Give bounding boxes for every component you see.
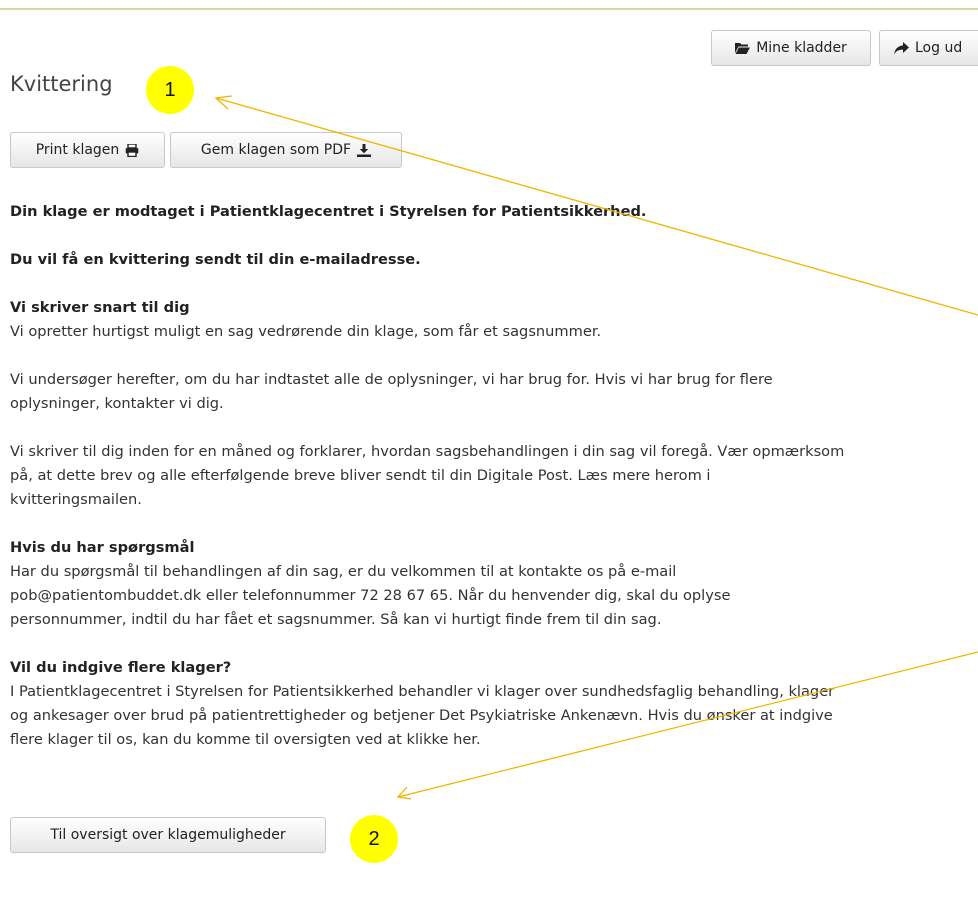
- annotation-badge-1: 1: [146, 66, 194, 114]
- paragraph-line: oplysninger, kontakter vi dig.: [10, 395, 224, 412]
- paragraph-line: pob@patientombuddet.dk eller telefonnumm…: [10, 587, 731, 604]
- received-message: Din klage er modtaget i Patientklagecent…: [10, 203, 647, 220]
- paragraph-line: Vi opretter hurtigst muligt en sag vedrø…: [10, 323, 602, 340]
- paragraph-line: flere klager til os, kan du komme til ov…: [10, 731, 481, 748]
- section-heading-write-soon: Vi skriver snart til dig: [10, 299, 190, 316]
- paragraph-line: Vi undersøger herefter, om du har indtas…: [10, 371, 773, 388]
- top-divider: [0, 8, 978, 10]
- annotation-badge-2: 2: [350, 815, 398, 863]
- save-pdf-label: Gem klagen som PDF: [200, 142, 352, 158]
- complaint-options-label: Til oversigt over klagemuligheder: [50, 827, 286, 843]
- save-pdf-button[interactable]: Gem klagen som PDF: [170, 132, 402, 168]
- paragraph-line: kvitteringsmailen.: [10, 491, 142, 508]
- mine-kladder-button[interactable]: Mine kladder: [711, 30, 871, 66]
- paragraph-line: på, at dette brev og alle efterfølgende …: [10, 467, 711, 484]
- log-ud-button[interactable]: Log ud: [879, 30, 978, 66]
- print-label: Print klagen: [35, 142, 120, 158]
- complaint-options-button[interactable]: Til oversigt over klagemuligheder: [10, 817, 326, 853]
- log-ud-label: Log ud: [915, 40, 963, 56]
- folder-open-icon: [735, 43, 751, 54]
- share-arrow-icon: [894, 41, 909, 54]
- paragraph-line: og ankesager over brud på patientrettigh…: [10, 707, 833, 724]
- page-title: Kvittering: [10, 72, 113, 96]
- download-icon: [357, 143, 372, 157]
- paragraph-line: Vi skriver til dig inden for en måned og…: [10, 443, 845, 460]
- receipt-message: Du vil få en kvittering sendt til din e-…: [10, 251, 421, 268]
- paragraph-line: I Patientklagecentret i Styrelsen for Pa…: [10, 683, 835, 700]
- paragraph-line: personnummer, indtil du har fået et sags…: [10, 611, 662, 628]
- annotation-arrowhead-1: [214, 95, 233, 110]
- annotation-arrowhead-2: [396, 786, 412, 800]
- section-heading-more-complaints: Vil du indgive flere klager?: [10, 659, 232, 676]
- paragraph-line: Har du spørgsmål til behandlingen af din…: [10, 563, 677, 580]
- section-heading-questions: Hvis du har spørgsmål: [10, 539, 195, 556]
- mine-kladder-label: Mine kladder: [756, 40, 847, 56]
- print-button[interactable]: Print klagen: [10, 132, 165, 168]
- print-icon: [125, 143, 139, 157]
- receipt-content: Din klage er modtaget i Patientklagecent…: [10, 200, 978, 752]
